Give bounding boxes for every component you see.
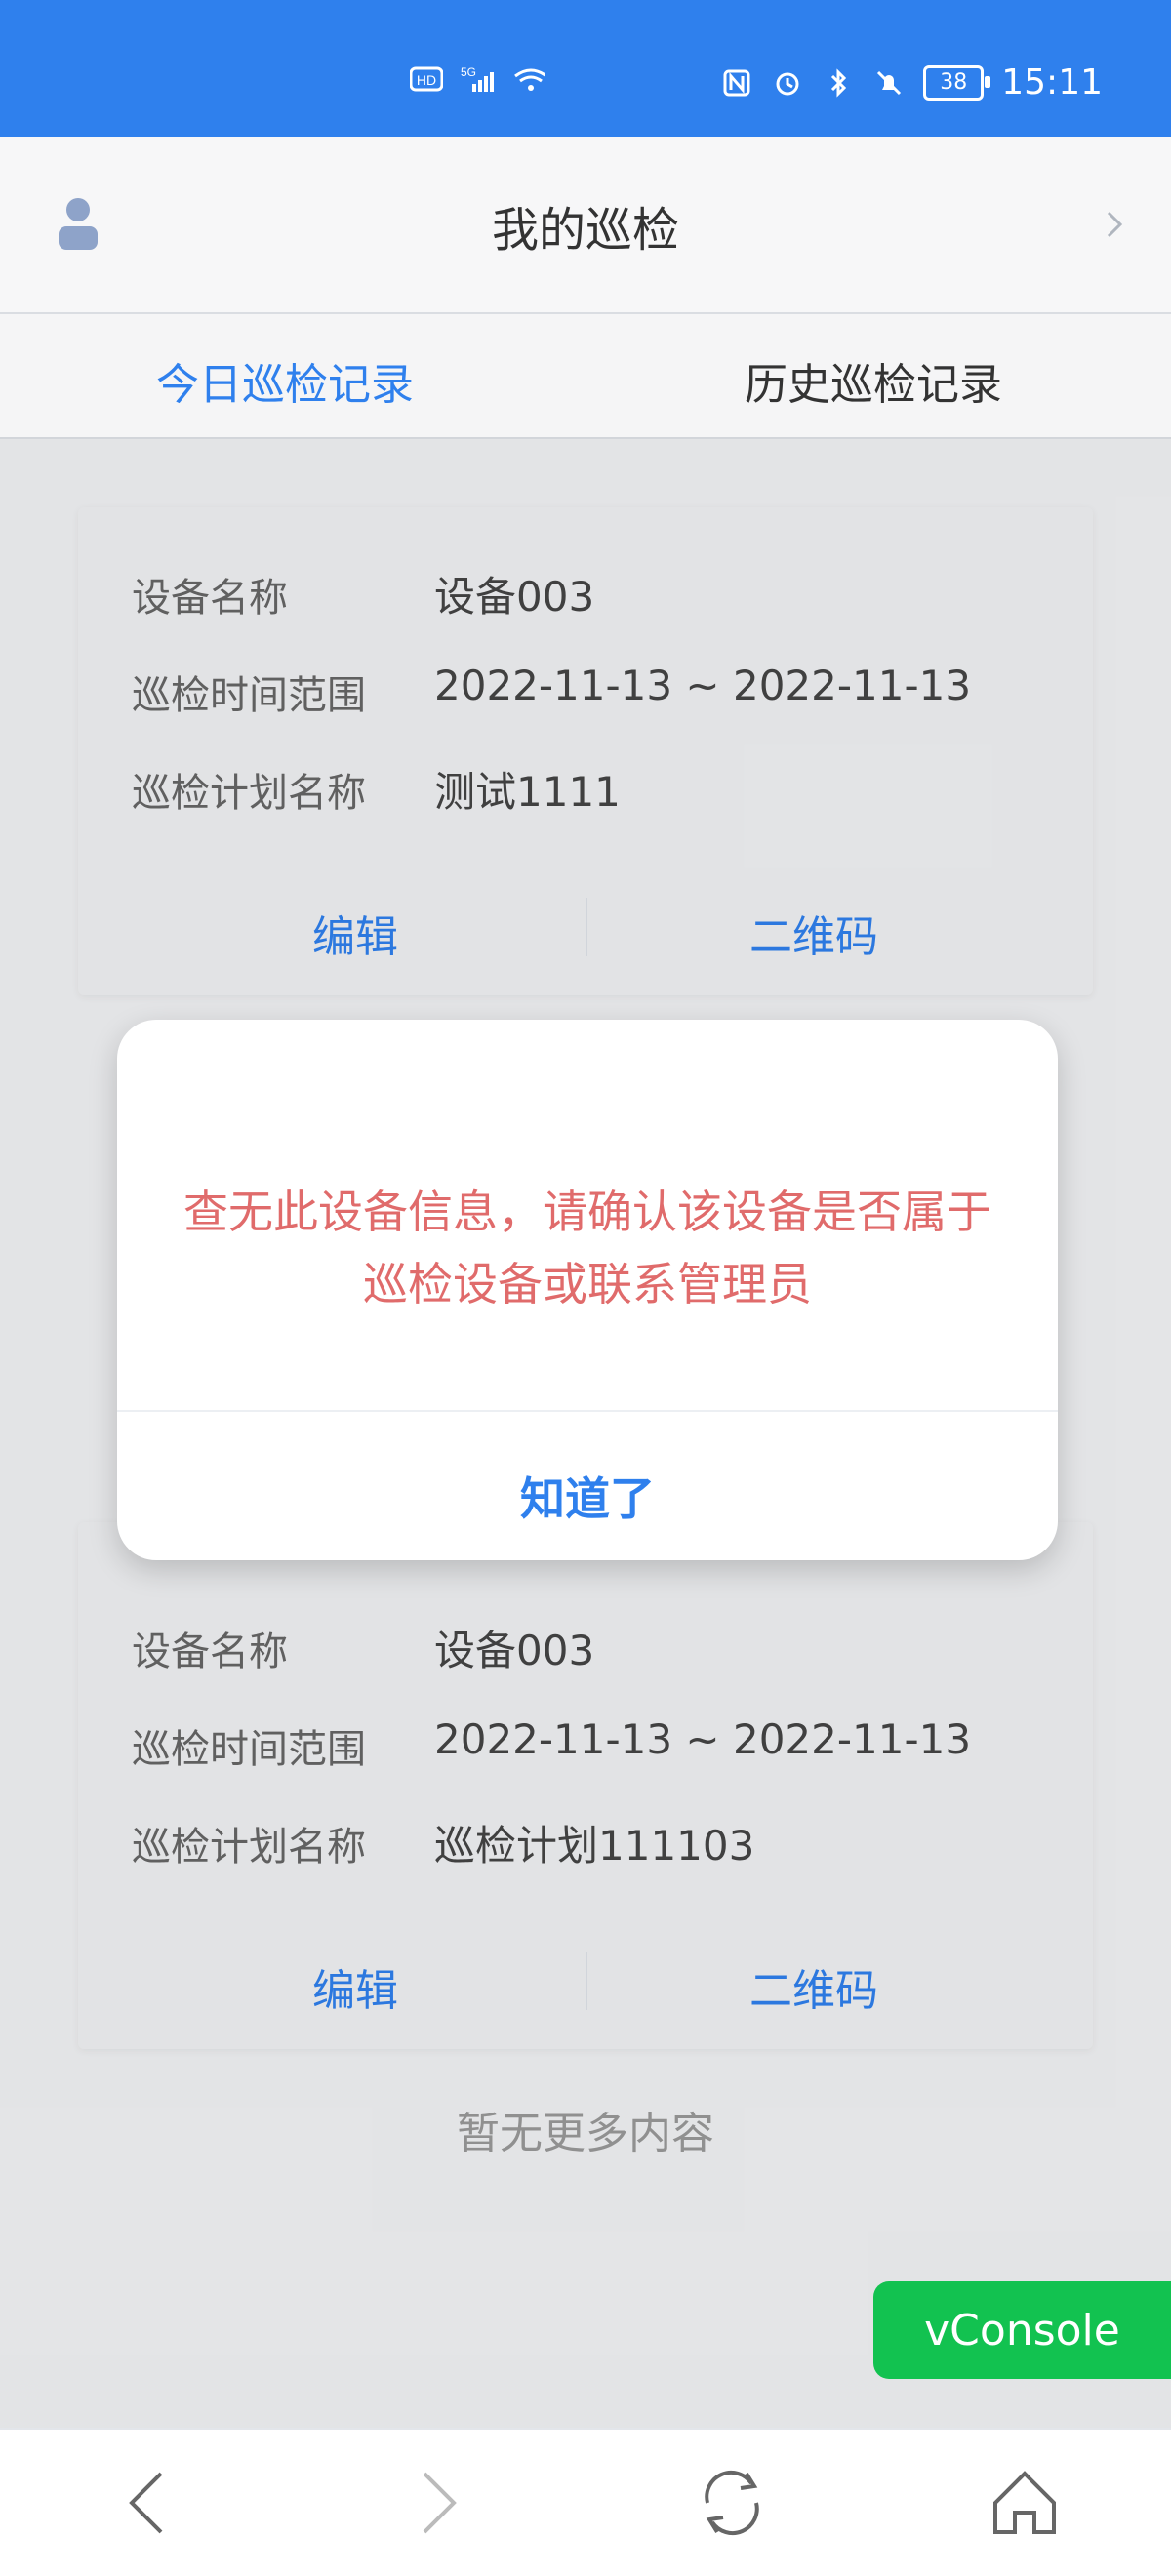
ok-button[interactable]: 知道了	[117, 1464, 1058, 1528]
tab-today[interactable]: 今日巡检记录	[156, 349, 414, 412]
status-bar: HD 5G 38 15:11	[0, 0, 1171, 137]
chevron-right-icon[interactable]	[1095, 205, 1134, 244]
battery-level: 38	[940, 70, 968, 95]
alert-message-line-2: 巡检设备或联系管理员	[363, 1258, 812, 1310]
tabs: 今日巡检记录 历史巡检记录	[0, 314, 1171, 439]
mute-icon	[872, 66, 906, 100]
dialog-separator	[117, 1410, 1058, 1412]
vconsole-button[interactable]: vConsole	[873, 2281, 1171, 2379]
refresh-icon[interactable]	[688, 2459, 776, 2547]
svg-text:HD: HD	[417, 72, 436, 88]
battery-icon: 38	[923, 64, 991, 101]
nfc-icon	[720, 66, 753, 100]
bottom-nav	[0, 2428, 1171, 2576]
back-icon[interactable]	[107, 2459, 195, 2547]
signal-icon: 5G	[461, 62, 494, 96]
page-title: 我的巡检	[491, 203, 679, 258]
alert-message-line-1: 查无此设备信息，请确认该设备是否属于	[183, 1186, 991, 1238]
wifi-icon	[511, 62, 545, 96]
status-time: 15:11	[1001, 62, 1103, 102]
forward-icon[interactable]	[390, 2459, 478, 2547]
alarm-icon	[771, 66, 804, 100]
tab-history[interactable]: 历史巡检记录	[745, 349, 1002, 412]
status-right-icons: 38 15:11	[720, 62, 1103, 102]
hd-icon: HD	[410, 62, 443, 96]
page-header: 我的巡检	[0, 137, 1171, 314]
home-icon[interactable]	[981, 2459, 1069, 2547]
alert-message: 查无此设备信息，请确认该设备是否属于 巡检设备或联系管理员	[156, 1176, 1019, 1320]
alert-dialog: 查无此设备信息，请确认该设备是否属于 巡检设备或联系管理员 知道了	[117, 1020, 1058, 1560]
svg-text:5G: 5G	[461, 65, 476, 79]
status-left-icons: HD 5G	[410, 62, 545, 96]
bluetooth-icon	[822, 66, 855, 100]
